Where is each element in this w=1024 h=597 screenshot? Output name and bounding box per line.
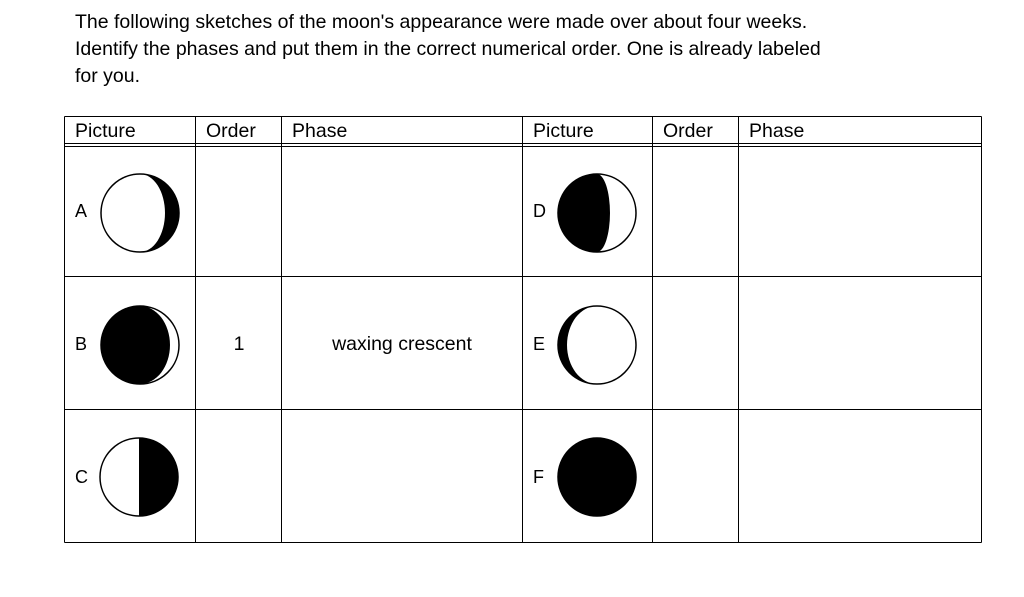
picture-letter-a: A xyxy=(75,201,88,221)
moon-d-icon xyxy=(557,173,637,253)
header-order-left: Order xyxy=(206,120,256,142)
instruction-line-3: for you. xyxy=(75,65,141,87)
moon-a-icon xyxy=(100,173,180,253)
header-picture-left: Picture xyxy=(75,120,136,142)
moon-f-icon xyxy=(557,437,637,517)
instructions: The following sketches of the moon's app… xyxy=(75,9,1005,90)
moon-e-icon xyxy=(557,305,637,385)
instruction-line-1: The following sketches of the moon's app… xyxy=(75,11,808,33)
header-order-right: Order xyxy=(663,120,713,142)
picture-letter-d: D xyxy=(533,201,546,221)
header-phase-right: Phase xyxy=(749,120,805,142)
header-picture-right: Picture xyxy=(533,120,594,142)
picture-letter-c: C xyxy=(75,467,88,487)
header-phase-left: Phase xyxy=(292,120,348,142)
instruction-line-2: Identify the phases and put them in the … xyxy=(75,38,821,60)
moon-b-icon xyxy=(100,305,180,385)
moon-c-icon xyxy=(99,437,179,517)
picture-letter-b: B xyxy=(75,334,88,354)
order-cell-b[interactable]: 1 xyxy=(196,332,282,356)
picture-letter-f: F xyxy=(533,467,544,487)
picture-letter-e: E xyxy=(533,334,546,354)
phase-cell-b[interactable]: waxing crescent xyxy=(282,332,522,356)
